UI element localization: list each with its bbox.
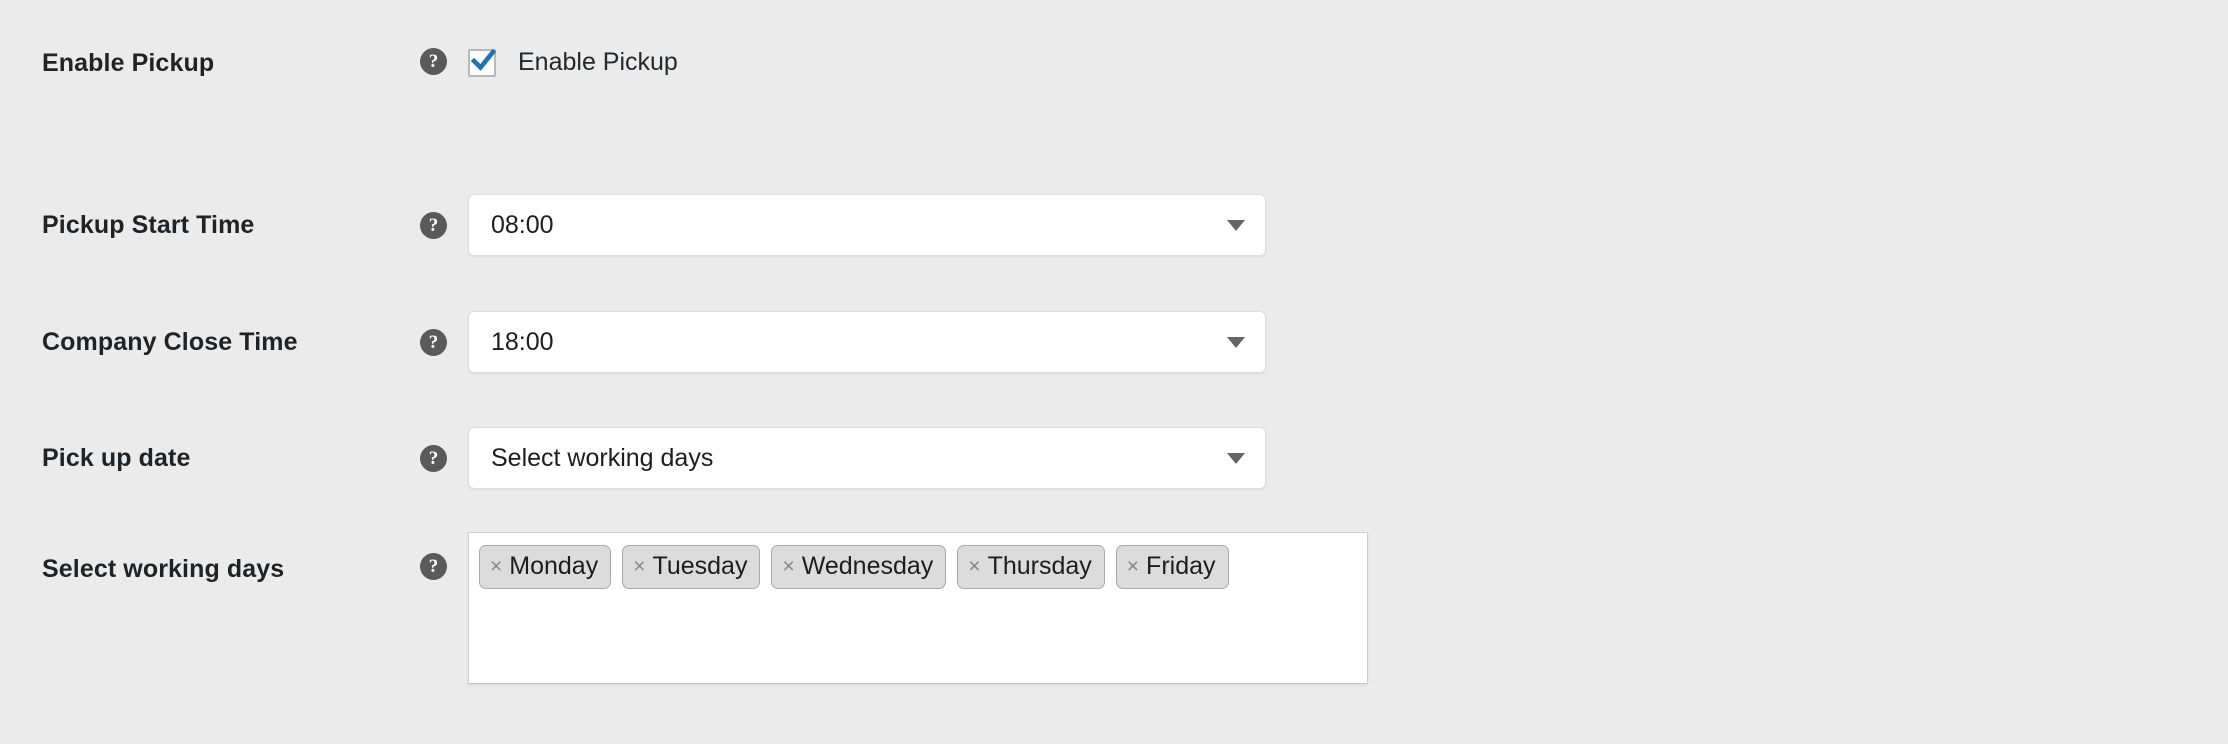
tag-remove-icon[interactable]: ×	[490, 556, 502, 577]
company-close-time-value: 18:00	[491, 327, 554, 356]
help-question-icon[interactable]: ?	[420, 328, 447, 356]
field-label-select-working-days: Select working days	[42, 555, 285, 583]
help-cell-pickup-start-time: ?	[420, 194, 468, 256]
tag-chip[interactable]: × Thursday	[957, 545, 1105, 589]
field-label-enable-pickup: Enable Pickup	[42, 49, 215, 77]
chevron-down-icon	[1227, 336, 1245, 348]
tag-label: Monday	[509, 551, 599, 580]
tag-label: Thursday	[987, 551, 1092, 580]
tag-label: Friday	[1146, 551, 1216, 580]
help-cell-enable-pickup: ?	[420, 48, 468, 75]
help-question-icon[interactable]: ?	[420, 211, 447, 239]
pickup-start-time-select[interactable]: 08:00	[468, 194, 1266, 256]
enable-pickup-checkbox-wrap[interactable]: Enable Pickup	[468, 48, 2228, 77]
pickup-settings-form: Enable Pickup ? Enable Pickup Pickup Sta…	[0, 0, 2228, 744]
field-row-company-close-time: Company Close Time ? 18:00	[0, 311, 2228, 373]
pick-up-date-value: Select working days	[491, 443, 714, 472]
help-cell-select-working-days: ?	[420, 532, 468, 600]
tag-label: Wednesday	[801, 551, 934, 580]
working-days-tag-input[interactable]: × Monday × Tuesday × Wednesday × Thursda…	[468, 532, 1368, 684]
help-cell-company-close-time: ?	[420, 311, 468, 373]
tag-chip[interactable]: × Monday	[479, 545, 612, 589]
tag-remove-icon[interactable]: ×	[782, 556, 794, 577]
tag-chip[interactable]: × Friday	[1115, 545, 1229, 589]
field-row-select-working-days: Select working days ? × Monday × Tuesday…	[0, 532, 2228, 684]
field-row-pickup-start-time: Pickup Start Time ? 08:00	[0, 194, 2228, 256]
help-question-icon[interactable]: ?	[420, 444, 447, 472]
enable-pickup-checkbox[interactable]	[468, 48, 497, 77]
control-cell-pick-up-date: Select working days	[468, 427, 2228, 489]
control-cell-enable-pickup: Enable Pickup	[468, 48, 2228, 77]
chevron-down-icon	[1227, 452, 1245, 464]
company-close-time-select[interactable]: 18:00	[468, 311, 1266, 373]
field-label-pick-up-date: Pick up date	[42, 444, 191, 472]
control-cell-company-close-time: 18:00	[468, 311, 2228, 373]
field-label-pickup-start-time: Pickup Start Time	[42, 211, 255, 239]
pick-up-date-select[interactable]: Select working days	[468, 427, 1266, 489]
pickup-start-time-value: 08:00	[491, 210, 554, 239]
field-row-pick-up-date: Pick up date ? Select working days	[0, 427, 2228, 489]
tag-label: Tuesday	[652, 551, 748, 580]
chevron-down-icon	[1227, 219, 1245, 231]
control-cell-select-working-days: × Monday × Tuesday × Wednesday × Thursda…	[468, 532, 2228, 684]
tag-remove-icon[interactable]: ×	[633, 556, 645, 577]
help-question-icon[interactable]: ?	[420, 552, 447, 580]
help-question-icon[interactable]: ?	[420, 48, 447, 75]
tag-chip[interactable]: × Wednesday	[771, 545, 947, 589]
tag-remove-icon[interactable]: ×	[968, 556, 980, 577]
tag-chip[interactable]: × Tuesday	[622, 545, 761, 589]
field-row-enable-pickup: Enable Pickup ? Enable Pickup	[0, 48, 2228, 78]
field-label-company-close-time: Company Close Time	[42, 328, 298, 356]
control-cell-pickup-start-time: 08:00	[468, 194, 2228, 256]
tag-remove-icon[interactable]: ×	[1127, 556, 1139, 577]
checkmark-icon	[470, 48, 497, 71]
enable-pickup-checkbox-label[interactable]: Enable Pickup	[518, 48, 678, 77]
help-cell-pick-up-date: ?	[420, 427, 468, 489]
